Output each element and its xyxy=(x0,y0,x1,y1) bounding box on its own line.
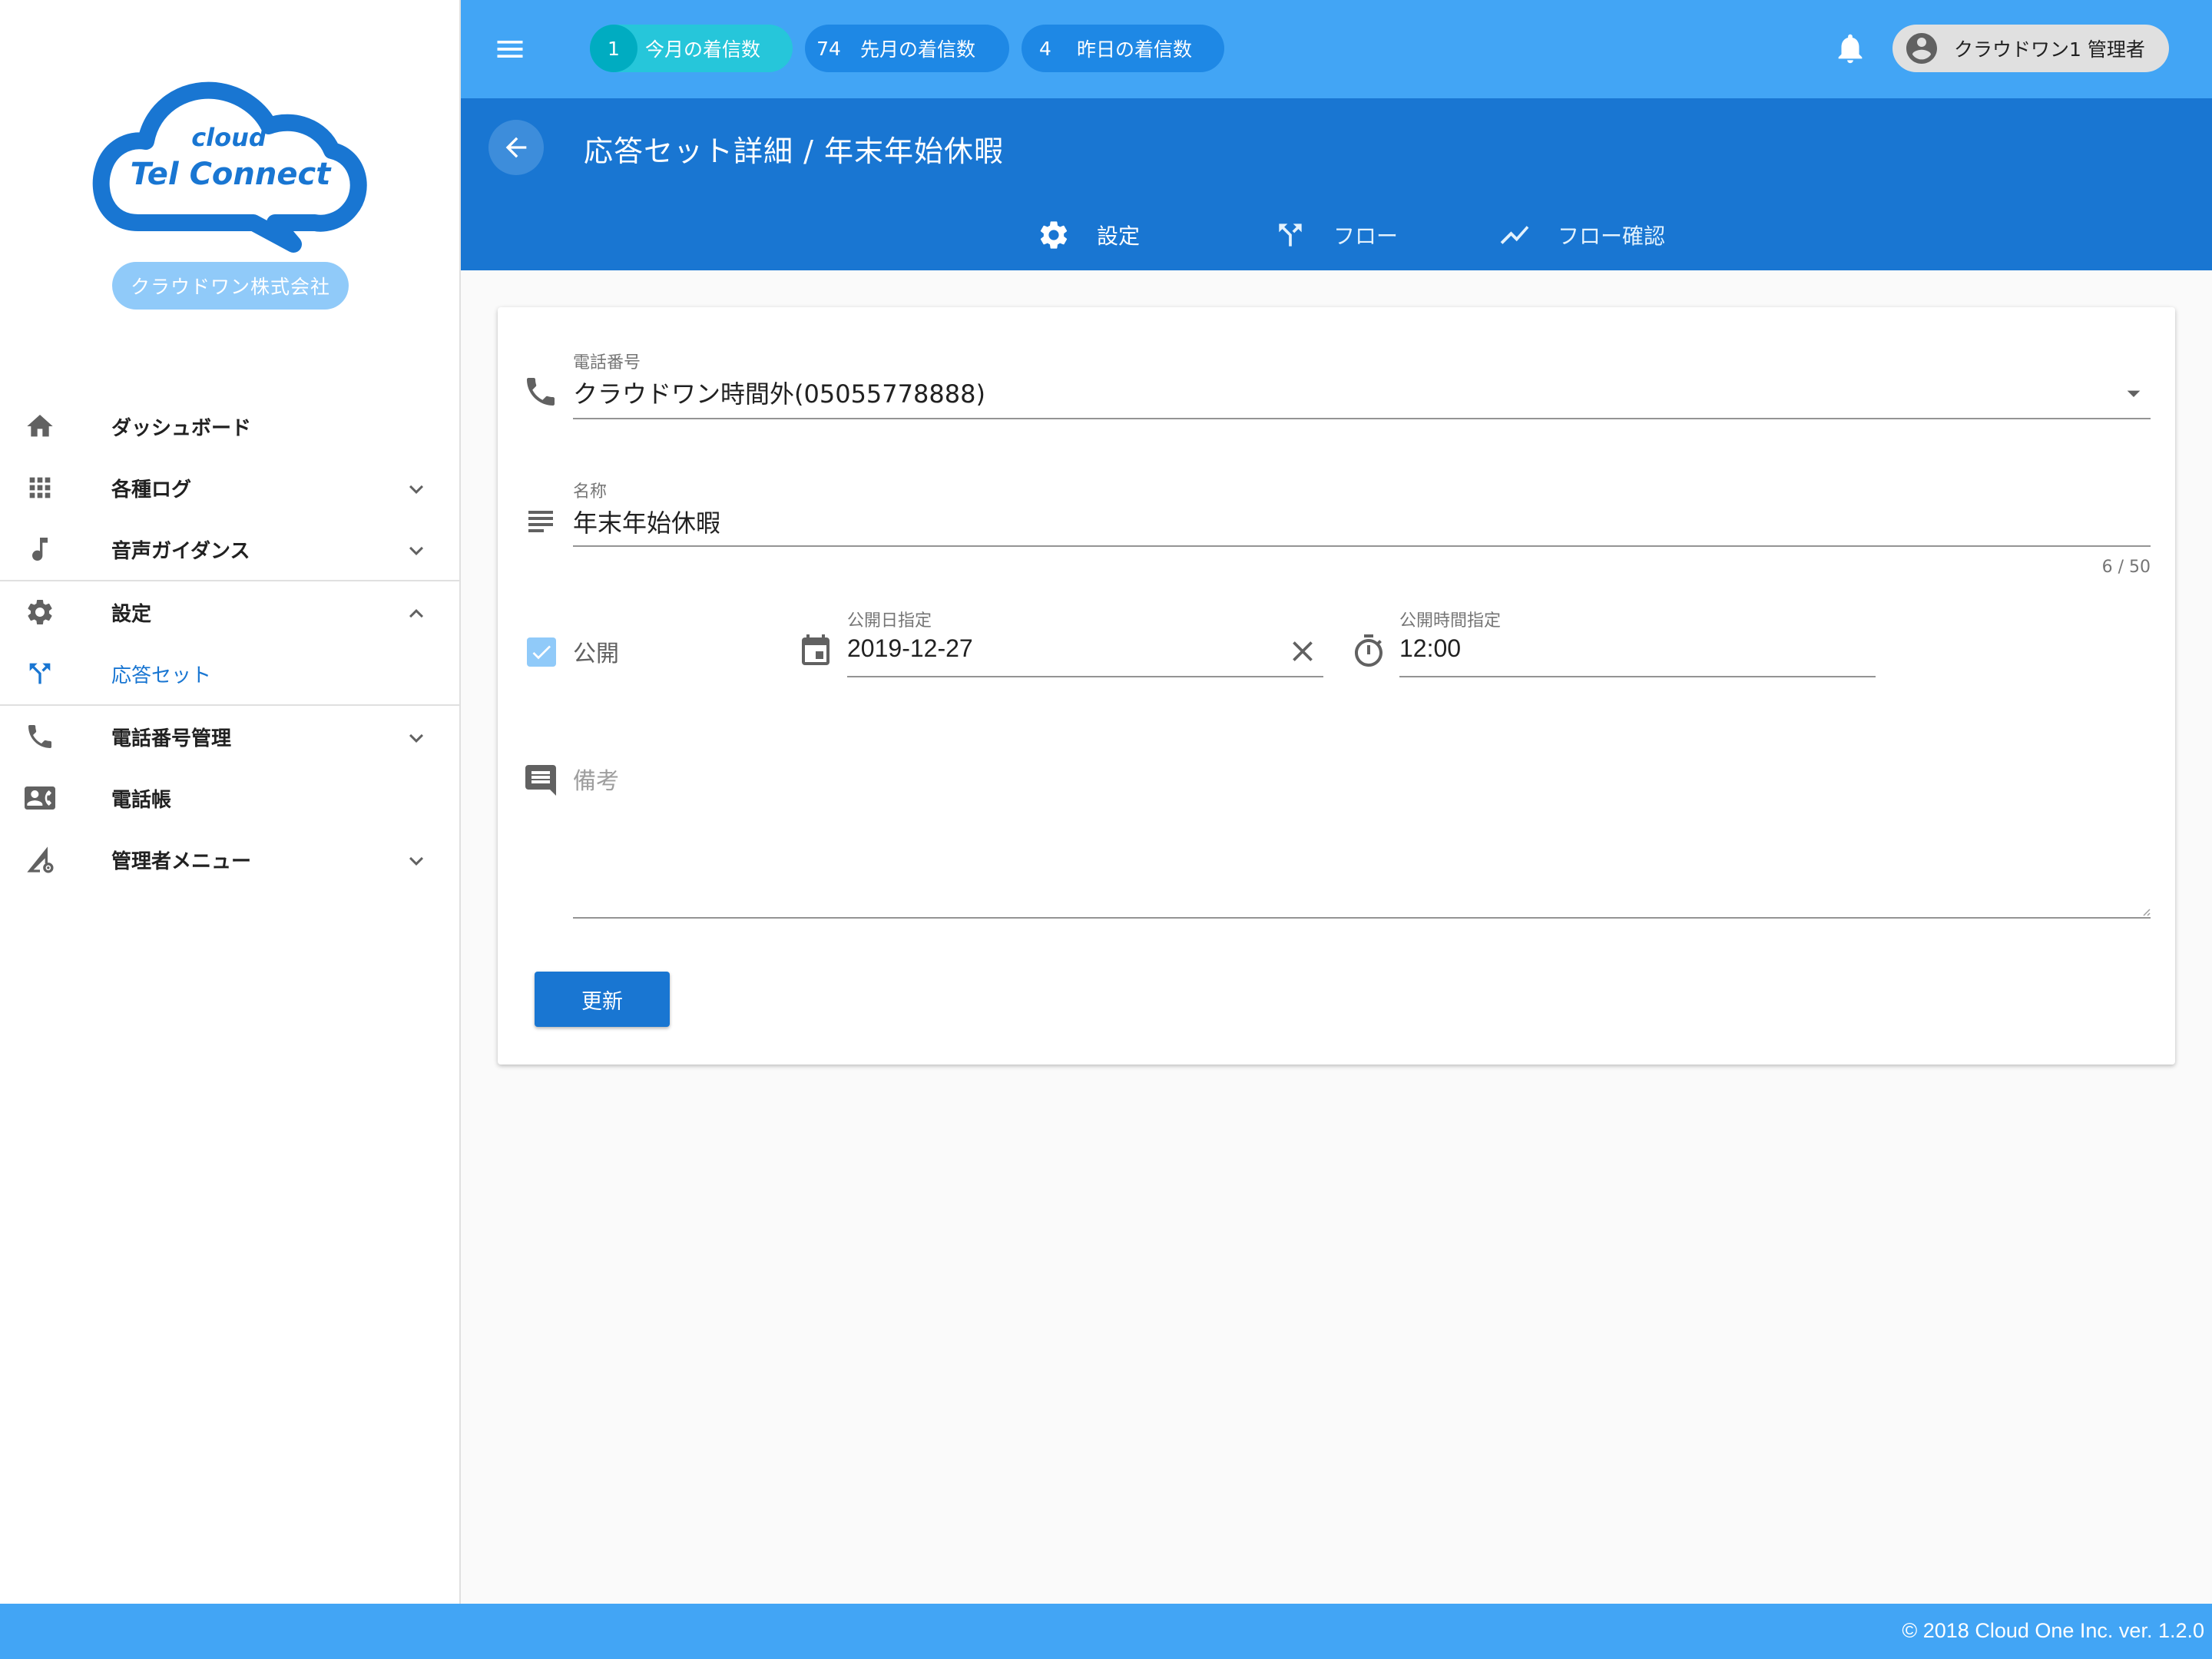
tab-label: 設定 xyxy=(1097,224,1141,249)
tab-label: フロー確認 xyxy=(1558,224,1666,249)
chevron-up-icon[interactable] xyxy=(402,600,430,628)
response-set-form-card: 電話番号 クラウドワン時間外(05055778888) 名称 年末年始休暇 6 … xyxy=(498,307,2175,1065)
update-button[interactable]: 更新 xyxy=(535,972,670,1027)
phone-icon xyxy=(25,721,55,752)
publish-time-input[interactable]: 12:00 xyxy=(1399,634,1461,663)
sidebar-item-label: 電話帳 xyxy=(111,788,172,812)
account-circle-icon xyxy=(1903,30,1940,67)
publish-time-underline xyxy=(1399,676,1876,677)
stat-label: 先月の着信数 xyxy=(860,38,976,61)
sidebar-item-label: 電話番号管理 xyxy=(111,727,232,750)
phone-select-underline xyxy=(573,418,2151,419)
clear-icon[interactable] xyxy=(1286,634,1320,668)
tab-label: フロー xyxy=(1333,224,1399,249)
sidebar-nav: ダッシュボード 各種ログ 音声ガイダンス 設定 応答セット 電話番号管理 電話帳… xyxy=(0,396,459,890)
gear-icon xyxy=(25,597,55,628)
chevron-down-icon[interactable] xyxy=(402,475,430,503)
chevron-down-icon[interactable] xyxy=(402,724,430,752)
admin-signal-icon xyxy=(25,844,55,875)
gear-icon xyxy=(1037,218,1071,252)
apps-icon xyxy=(25,472,55,503)
tab-flow-check[interactable]: フロー確認 xyxy=(1498,212,1665,258)
sidebar-item-phonebook[interactable]: 電話帳 xyxy=(0,767,459,829)
sidebar-item-label: 各種ログ xyxy=(111,478,192,502)
call-split-icon xyxy=(1273,218,1307,252)
sidebar-item-response-set[interactable]: 応答セット xyxy=(0,643,459,704)
home-icon xyxy=(25,411,55,442)
back-button[interactable] xyxy=(488,120,544,175)
sidebar-item-settings[interactable]: 設定 xyxy=(0,581,459,643)
tab-settings[interactable]: 設定 xyxy=(1037,212,1140,258)
sidebar-item-label: 音声ガイダンス xyxy=(111,539,250,563)
stat-count: 74 xyxy=(816,37,841,60)
chevron-down-icon[interactable] xyxy=(402,847,430,875)
notes-underline xyxy=(573,917,2151,919)
tab-flow[interactable]: フロー xyxy=(1273,212,1398,258)
timer-icon xyxy=(1350,633,1387,670)
cloud-logo-icon: cloud Tel Connect xyxy=(92,81,367,253)
sidebar-item-label: 管理者メニュー xyxy=(111,849,252,873)
phone-select[interactable]: クラウドワン時間外(05055778888) xyxy=(573,375,985,410)
trending-icon xyxy=(1498,218,1532,252)
sidebar-item-label: 設定 xyxy=(111,602,152,626)
copyright-text: © 2018 Cloud One Inc. ver. 1.2.0 xyxy=(1902,1619,2204,1642)
calendar-icon xyxy=(797,633,834,670)
publish-label: 公開 xyxy=(573,641,619,667)
publish-date-input[interactable]: 2019-12-27 xyxy=(847,634,973,663)
publish-date-label: 公開日指定 xyxy=(847,611,932,631)
phone-icon xyxy=(522,373,559,410)
company-name-chip: クラウドワン株式会社 xyxy=(112,262,349,310)
sidebar-item-dashboard[interactable]: ダッシュボード xyxy=(0,396,459,457)
subject-lines-icon xyxy=(522,503,559,540)
publish-date-underline xyxy=(847,676,1323,677)
logo-large-text: Tel Connect xyxy=(131,157,333,192)
name-char-counter: 6 / 50 xyxy=(2101,558,2151,577)
bell-icon[interactable] xyxy=(1833,31,1868,66)
sidebar-item-label: 応答セット xyxy=(111,664,212,687)
sidebar: cloud Tel Connect クラウドワン株式会社 ダッシュボード 各種ロ… xyxy=(0,0,461,1604)
stat-count: 1 xyxy=(590,25,637,72)
sidebar-item-logs[interactable]: 各種ログ xyxy=(0,457,459,518)
user-name: クラウドワン1 管理者 xyxy=(1954,38,2145,61)
name-input[interactable]: 年末年始休暇 xyxy=(573,504,720,539)
sidebar-item-admin-menu[interactable]: 管理者メニュー xyxy=(0,829,459,890)
arrow-back-icon xyxy=(505,137,527,158)
top-app-bar: 1 今月の着信数 74 先月の着信数 4 昨日の着信数 クラウドワン1 管理者 xyxy=(461,0,2212,98)
music-note-icon xyxy=(25,534,55,565)
stat-label: 昨日の着信数 xyxy=(1077,38,1193,61)
page-header: 応答セット詳細 / 年末年始休暇 設定 フロー フロー確認 xyxy=(461,98,2212,270)
name-field-label: 名称 xyxy=(573,482,608,502)
contact-card-icon xyxy=(25,783,55,813)
stat-chip-yesterday[interactable]: 4 昨日の着信数 xyxy=(1022,25,1224,72)
stat-chip-last-month[interactable]: 74 先月の着信数 xyxy=(805,25,1009,72)
logo-small-text: cloud xyxy=(191,123,267,152)
hamburger-menu-icon[interactable] xyxy=(493,32,527,66)
publish-time-label: 公開時間指定 xyxy=(1399,611,1502,631)
chevron-down-icon[interactable] xyxy=(402,537,430,565)
stat-chip-this-month[interactable]: 1 今月の着信数 xyxy=(590,25,793,72)
phone-field-label: 電話番号 xyxy=(573,353,641,373)
sidebar-item-voice-guidance[interactable]: 音声ガイダンス xyxy=(0,518,459,580)
resize-handle-icon[interactable] xyxy=(2140,905,2151,916)
name-input-underline xyxy=(573,545,2151,547)
notes-textarea[interactable]: 備考 xyxy=(573,762,619,796)
publish-checkbox[interactable] xyxy=(527,637,556,667)
call-split-icon xyxy=(25,658,55,689)
footer: © 2018 Cloud One Inc. ver. 1.2.0 xyxy=(0,1604,2212,1659)
check-icon xyxy=(532,645,551,660)
sidebar-item-phone-numbers[interactable]: 電話番号管理 xyxy=(0,706,459,767)
dropdown-arrow-icon[interactable] xyxy=(2118,378,2149,409)
page-title: 応答セット詳細 / 年末年始休暇 xyxy=(584,134,1004,168)
stat-count: 4 xyxy=(1039,37,1051,60)
stat-label: 今月の着信数 xyxy=(645,38,761,61)
sidebar-item-label: ダッシュボード xyxy=(111,416,252,440)
tel-connect-logo[interactable]: cloud Tel Connect xyxy=(92,77,369,253)
user-menu-chip[interactable]: クラウドワン1 管理者 xyxy=(1892,25,2169,72)
comment-icon xyxy=(522,762,559,799)
